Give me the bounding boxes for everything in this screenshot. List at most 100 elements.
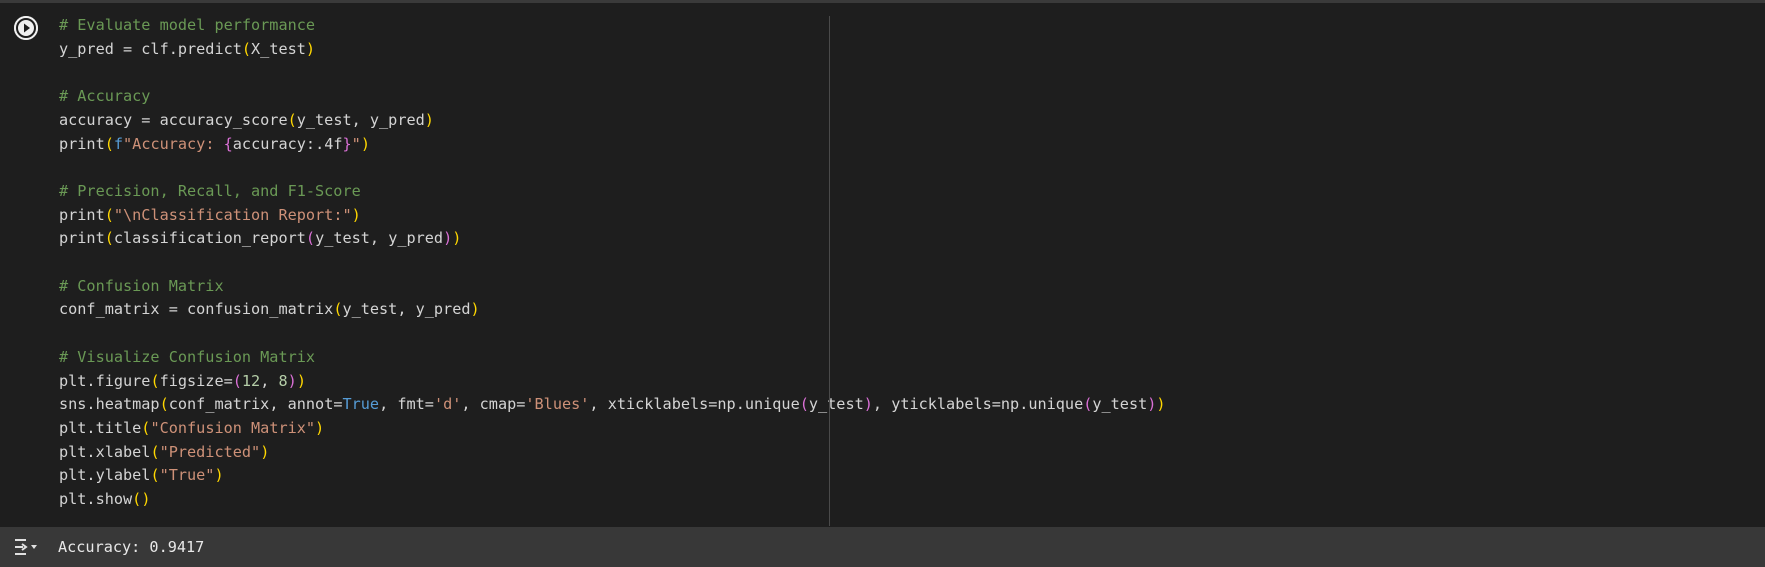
code-token-default: conf_matrix = confusion_matrix (59, 300, 334, 319)
play-circle-icon (14, 16, 38, 40)
code-token-paren2: ) (443, 229, 453, 248)
code-token-comment: # Confusion Matrix (59, 276, 224, 295)
code-token-paren1: ) (424, 110, 434, 129)
code-token-paren1: ) (351, 205, 361, 224)
code-token-default: X_test (251, 39, 306, 58)
code-token-paren1: ) (296, 371, 306, 390)
code-token-string: 'Blues' (525, 395, 590, 414)
code-token-default: accuracy:.4f (232, 134, 343, 153)
code-token-default: sns.heatmap (59, 395, 160, 414)
code-token-default: y_test, y_pred (296, 110, 425, 129)
code-token-paren1: ) (315, 418, 325, 437)
code-token-default: , xticklabels=np.unique (589, 395, 800, 414)
code-token-default: y_test (808, 395, 864, 414)
code-line: plt.xlabel("Predicted") (59, 441, 269, 463)
code-token-paren2: ) (863, 395, 873, 414)
code-line: print("\nClassification Report:") (59, 204, 361, 226)
code-line: plt.ylabel("True") (59, 464, 224, 486)
code-token-default: , (260, 371, 279, 390)
code-line: # Confusion Matrix (59, 275, 224, 297)
code-line: accuracy = accuracy_score(y_test, y_pred… (59, 109, 434, 131)
code-token-comment: # Evaluate model performance (59, 16, 316, 34)
code-token-paren1: ( (104, 134, 114, 153)
code-line: plt.figure(figsize=(12, 8)) (59, 370, 306, 392)
run-cell-button[interactable] (14, 16, 38, 40)
code-token-default: plt.ylabel (59, 466, 151, 485)
output-text: Accuracy: 0.9417 (58, 538, 205, 556)
code-line: # Evaluate model performance (59, 14, 315, 36)
code-token-paren1: ) (260, 442, 270, 461)
code-token-paren2: ) (287, 371, 297, 390)
code-token-paren1: ) (1156, 395, 1166, 414)
code-line: # Precision, Recall, and F1-Score (59, 180, 361, 202)
code-token-comment: # Precision, Recall, and F1-Score (59, 181, 361, 200)
code-line: conf_matrix = confusion_matrix(y_test, y… (59, 298, 480, 320)
code-token-comment: # Visualize Confusion Matrix (59, 347, 316, 366)
output-toggle-button[interactable] (13, 535, 41, 559)
code-token-number: 8 (278, 371, 288, 390)
code-token-default: plt.title (59, 418, 142, 437)
code-token-paren1: ( (150, 371, 160, 390)
code-token-default: , fmt= (379, 395, 434, 414)
code-token-string: "\nClassification Report:" (113, 205, 352, 224)
code-token-paren1: ( (159, 395, 169, 414)
code-token-string: "Confusion Matrix" (150, 418, 316, 437)
code-token-paren1: ( (241, 39, 252, 58)
code-token-paren1: ( (104, 229, 114, 248)
code-line: plt.show() (59, 488, 150, 510)
code-token-string: "True" (159, 466, 215, 485)
code-token-paren1: ) (452, 229, 462, 248)
code-token-paren1: ) (141, 490, 151, 508)
code-token-default: y_test, y_pred (342, 300, 471, 319)
code-token-default: y_pred = clf.predict (59, 39, 242, 58)
code-token-string: " (351, 134, 361, 153)
code-token-default: print (59, 134, 105, 153)
code-token-paren1: ) (360, 134, 370, 153)
code-token-paren1: ) (470, 300, 480, 319)
code-line: # Visualize Confusion Matrix (59, 346, 315, 368)
code-line: y_pred = clf.predict(X_test) (59, 38, 315, 60)
code-token-const: True (342, 395, 380, 414)
code-token-default: plt.xlabel (59, 442, 151, 461)
code-line: plt.title("Confusion Matrix") (59, 417, 324, 439)
code-token-default: plt.show (59, 490, 133, 508)
cell-output-area: Accuracy: 0.9417 (0, 527, 1765, 567)
code-token-default: print (59, 205, 105, 224)
editor-ruler-line (829, 16, 830, 526)
code-token-paren1: ) (214, 466, 224, 485)
code-line: print(classification_report(y_test, y_pr… (59, 227, 461, 249)
code-token-default: print (59, 229, 105, 248)
code-token-default: y_test (1092, 395, 1148, 414)
code-token-paren1: ( (132, 490, 142, 508)
code-token-paren1: ( (150, 466, 160, 485)
code-token-string: 'd' (433, 395, 462, 414)
code-token-string: "Accuracy: (123, 134, 224, 153)
code-token-paren2: } (342, 134, 352, 153)
code-token-default: , yticklabels=np.unique (872, 395, 1084, 414)
code-editor[interactable]: # Evaluate model performance y_pred = clf… (59, 14, 1749, 524)
code-token-paren1: ( (104, 205, 114, 224)
code-token-fprefix: f (113, 134, 124, 153)
code-token-default: , cmap= (461, 395, 526, 414)
code-token-default: conf_matrix, annot= (168, 395, 343, 414)
code-token-paren2: ( (799, 395, 809, 414)
code-token-paren1: ( (150, 442, 160, 461)
code-token-paren1: ) (305, 39, 316, 58)
code-token-default: figsize= (159, 371, 233, 390)
code-token-default: accuracy = accuracy_score (59, 110, 288, 129)
output-collapse-icon (15, 539, 37, 555)
code-token-paren2: ( (305, 229, 316, 248)
code-token-paren1: ( (287, 110, 297, 129)
code-cell[interactable]: # Evaluate model performance y_pred = clf… (0, 3, 1765, 527)
code-token-number: 12 (241, 371, 261, 390)
code-token-comment: # Accuracy (59, 87, 151, 106)
code-token-string: "Predicted" (159, 442, 261, 461)
code-token-default: y_test, y_pred (315, 229, 444, 248)
code-token-paren2: ( (1083, 395, 1093, 414)
code-line: # Accuracy (59, 85, 150, 107)
code-line: print(f"Accuracy: {accuracy:.4f}") (59, 133, 370, 155)
code-token-paren2: ( (232, 371, 242, 390)
code-token-default: plt.figure (59, 371, 151, 390)
code-line: sns.heatmap(conf_matrix, annot=True, fmt… (59, 393, 1166, 415)
code-token-paren2: { (223, 134, 233, 153)
